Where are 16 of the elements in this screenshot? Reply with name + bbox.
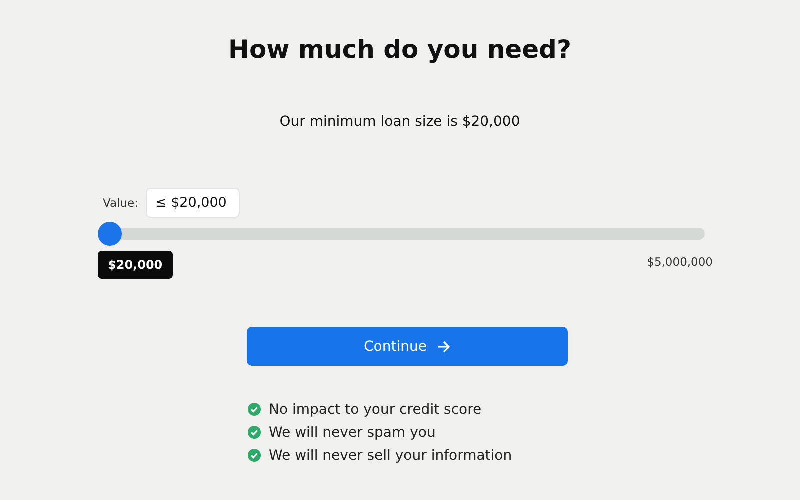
slider-thumb[interactable] — [98, 222, 122, 246]
value-label: Value: — [103, 196, 138, 210]
benefit-text: No impact to your credit score — [269, 402, 482, 418]
arrow-icon — [436, 340, 451, 352]
page-title: How much do you need? — [228, 34, 572, 66]
benefit-text: We will never spam you — [269, 424, 436, 440]
minimum-note: Our minimum loan size is $20,000 — [280, 114, 520, 130]
continue-button[interactable]: Continue — [247, 327, 568, 366]
check-icon — [248, 449, 261, 462]
value-field[interactable]: ≤ $20,000 — [146, 188, 240, 218]
check-icon — [248, 426, 261, 439]
value-tooltip: $20,000 — [98, 251, 173, 279]
max-value: $5,000,000 — [647, 255, 713, 269]
benefit-text: We will never sell your information — [269, 448, 512, 464]
slider-track[interactable] — [98, 222, 705, 246]
check-icon — [248, 403, 261, 416]
